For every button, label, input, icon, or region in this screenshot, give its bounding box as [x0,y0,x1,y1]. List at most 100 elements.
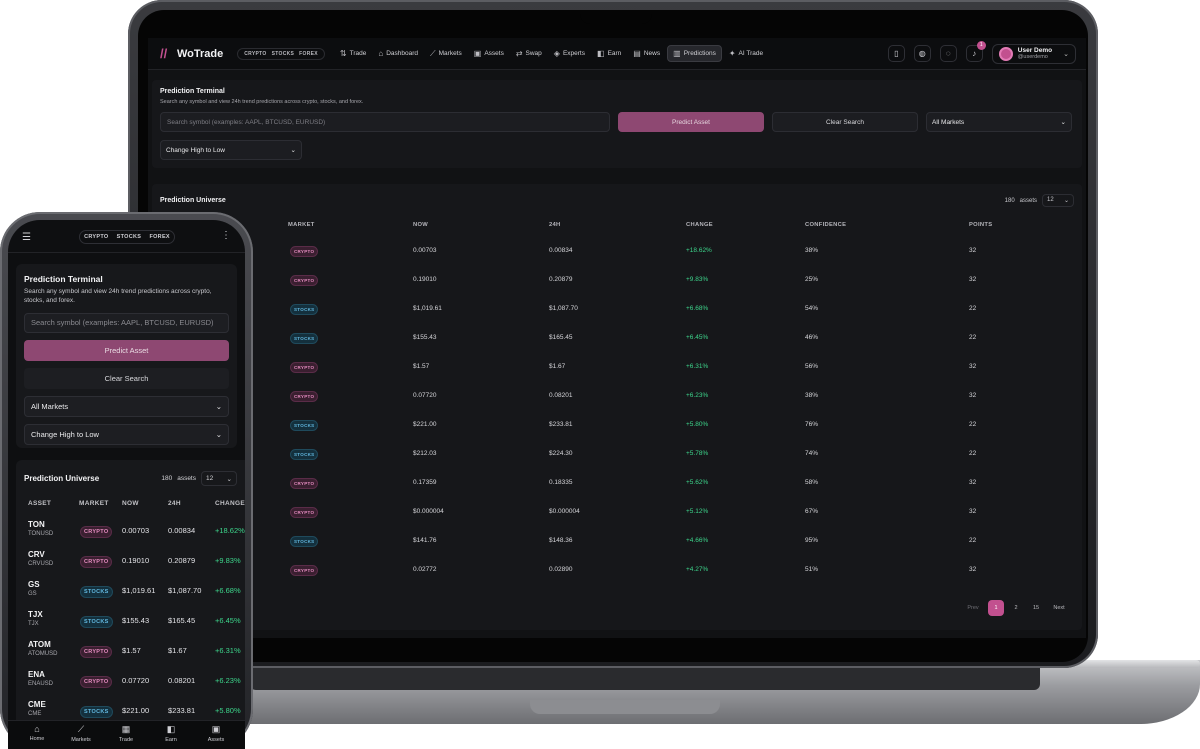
market-filter-select[interactable]: All Markets ⌄ [24,395,229,417]
more-icon[interactable]: ⋮ [221,230,231,241]
clipboard-icon[interactable]: ▯ [887,45,905,62]
logo-icon[interactable]: // [160,46,172,61]
asset-pair: TONUSD [28,531,54,537]
table-row[interactable]: ENA ENAUSD CRYPTO 0.07720 0.08201 +6.23% [16,666,245,696]
earn-icon: ◧ [597,49,605,58]
earn-icon: ◧ [166,724,176,734]
table-row[interactable]: STOCKS $212.03 $224.30 +5.78% 74% 22 [152,439,1082,468]
col-change[interactable]: CHANGE [215,500,245,507]
nav-label: Earn [607,50,622,57]
page-size-select[interactable]: 12 ⌄ [1042,194,1074,207]
nav-predictions[interactable]: ▥ Predictions [667,45,722,62]
tab-assets[interactable]: ▣ Assets [196,724,236,743]
table-row[interactable]: GS GS STOCKS $1,019.61 $1,087.70 +6.68% [16,576,245,606]
cell-change: +4.66% [686,537,709,544]
market-chip: STOCKS [290,304,319,315]
nav-label: AI Trade [738,50,764,57]
market-forex[interactable]: FOREX [149,234,169,240]
predict-asset-button[interactable]: Predict Asset [618,112,764,132]
cell-now: $1,019.61 [122,586,156,595]
cell-change: +18.62% [215,526,245,535]
col-market[interactable]: MARKET [288,222,315,228]
col-market[interactable]: MARKET [79,500,109,507]
nav-trade[interactable]: ⇅ Trade [335,45,371,62]
cell-confidence: 46% [805,334,819,341]
globe-icon[interactable]: ◍ [913,45,931,62]
table-row[interactable]: CRYPTO 0.02772 0.02890 +4.27% 51% 32 [152,555,1082,584]
sort-select[interactable]: Change High to Low ⌄ [24,423,229,445]
page-size-value: 12 [1047,197,1054,203]
col-asset[interactable]: ASSET [28,500,51,507]
nav-ai-trade[interactable]: ✦ AI Trade [724,45,768,62]
nav-markets[interactable]: ⟋ Markets [425,45,467,62]
table-row[interactable]: STOCKS $221.00 $233.81 +5.80% 76% 22 [152,410,1082,439]
table-row[interactable]: CRV CRVUSD CRYPTO 0.19010 0.20879 +9.83% [16,546,245,576]
col-24h[interactable]: 24H [549,222,561,228]
market-filter-select[interactable]: All Markets ⌄ [926,112,1072,132]
table-row[interactable]: CRYPTO 0.07720 0.08201 +6.23% 38% 32 [152,381,1082,410]
predict-asset-button[interactable]: Predict Asset [24,339,229,361]
app-logo[interactable]: WoTrade [177,48,223,60]
table-row[interactable]: STOCKS $1,019.61 $1,087.70 +6.68% 54% 22 [152,294,1082,323]
table-row[interactable]: CRYPTO 0.17359 0.18335 +5.62% 58% 32 [152,468,1082,497]
search-input[interactable] [160,112,610,132]
prev-button[interactable]: Prev [962,600,984,616]
table-row[interactable]: STOCKS $141.76 $148.36 +4.66% 95% 22 [152,526,1082,555]
tab-home[interactable]: ⌂ Home [17,724,57,742]
tab-trade[interactable]: ▦ Trade [106,724,146,743]
market-switcher: CRYPTO STOCKS FOREX [79,230,175,244]
tab-earn[interactable]: ◧ Earn [151,724,191,743]
col-now[interactable]: NOW [413,222,428,228]
table-row[interactable]: CME CME STOCKS $221.00 $233.81 +5.80% [16,696,245,720]
page-2[interactable]: 2 [1008,600,1024,616]
cell-points: 32 [969,276,977,283]
phone-frame: ☰ CRYPTO STOCKS FOREX ⋮ Prediction Termi… [0,212,253,749]
header-actions: ▯ ◍ ◌ ♪ 1 User Demo @userdemo ⌄ [887,41,1086,64]
sort-select[interactable]: Change High to Low ⌄ [160,140,302,160]
market-stocks[interactable]: STOCKS [272,51,295,57]
market-forex[interactable]: FOREX [299,51,318,57]
table-row[interactable]: ATOM ATOMUSD CRYPTO $1.57 $1.67 +6.31% [16,636,245,666]
nav-earn[interactable]: ◧ Earn [592,45,626,62]
table-row[interactable]: CRYPTO 0.00703 0.00834 +18.62% 38% 32 [152,236,1082,265]
table-row[interactable]: CRYPTO $1.57 $1.67 +6.31% 56% 32 [152,352,1082,381]
chat-icon[interactable]: ◌ [939,45,957,62]
page-1[interactable]: 1 [988,600,1004,616]
market-crypto[interactable]: CRYPTO [84,234,108,240]
table-row[interactable]: CRYPTO $0.000004 $0.000004 +5.12% 67% 32 [152,497,1082,526]
nav-experts[interactable]: ◈ Experts [549,45,590,62]
col-points[interactable]: POINTS [969,222,992,228]
cell-confidence: 58% [805,479,819,486]
table-row[interactable]: STOCKS $155.43 $165.45 +6.45% 46% 22 [152,323,1082,352]
nav-assets[interactable]: ▣ Assets [469,45,509,62]
clear-search-button[interactable]: Clear Search [772,112,918,132]
page-size-select[interactable]: 12 ⌄ [201,471,237,486]
table-row[interactable]: TJX TJX STOCKS $155.43 $165.45 +6.45% [16,606,245,636]
tab-label: Trade [118,737,134,743]
cell-points: 22 [969,305,977,312]
market-stocks[interactable]: STOCKS [117,234,142,240]
search-input[interactable] [24,312,229,333]
nav-dashboard[interactable]: ⌂ Dashboard [373,45,423,62]
nav-news[interactable]: ▤ News [628,45,665,62]
menu-icon[interactable]: ☰ [22,232,31,243]
market-crypto[interactable]: CRYPTO [244,51,266,57]
cell-24h: 0.08201 [549,392,573,399]
col-now[interactable]: NOW [122,500,139,507]
clear-search-button[interactable]: Clear Search [24,367,229,389]
col-24h[interactable]: 24H [168,500,181,507]
next-button[interactable]: Next [1048,600,1070,616]
nav-swap[interactable]: ⇄ Swap [511,45,547,62]
page-15[interactable]: 15 [1028,600,1044,616]
chart-icon: ⟋ [77,724,85,734]
device-mockup: // WoTrade CRYPTO STOCKS FOREX ⇅ Trade ⌂ D… [0,0,1200,749]
cell-now: 0.00703 [413,247,437,254]
col-confidence[interactable]: CONFIDENCE [805,222,846,228]
col-change[interactable]: CHANGE [686,222,713,228]
table-row[interactable]: TON TONUSD CRYPTO 0.00703 0.00834 +18.62% [16,516,245,546]
table-row[interactable]: CRYPTO 0.19010 0.20879 +9.83% 25% 32 [152,265,1082,294]
chevron-down-icon: ⌄ [215,429,222,439]
bell-icon[interactable]: ♪ 1 [965,41,986,62]
tab-markets[interactable]: ⟋ Markets [61,724,101,743]
user-menu[interactable]: User Demo @userdemo ⌄ [991,43,1076,64]
